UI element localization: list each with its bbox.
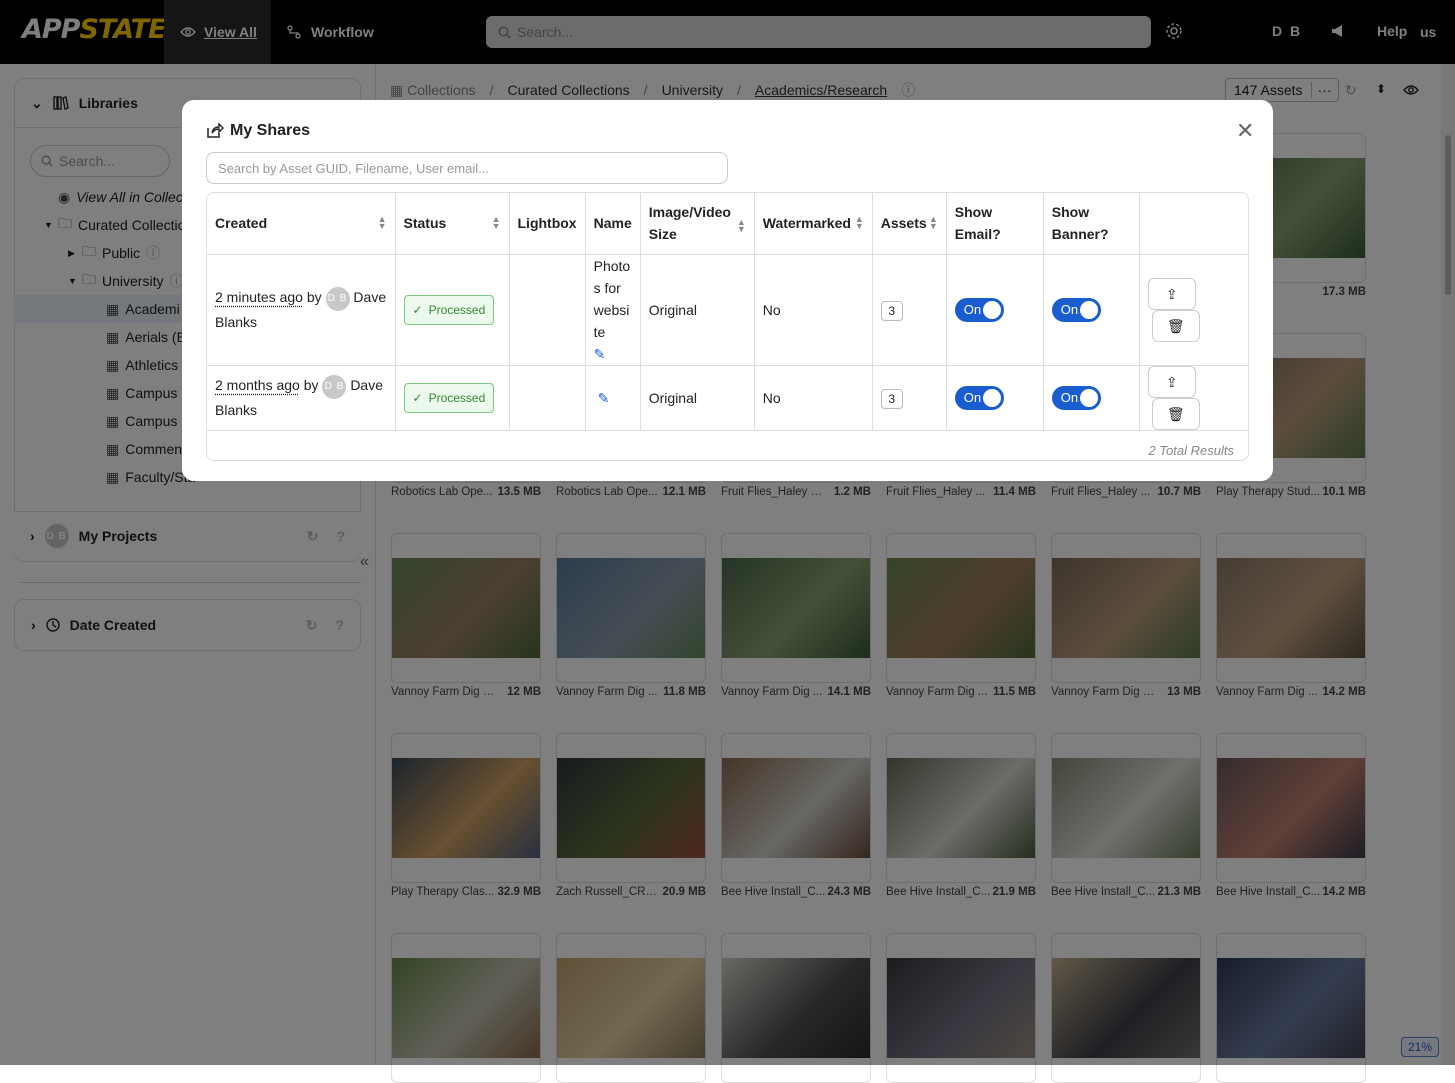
cell-show-email: On: [946, 254, 1043, 365]
trash-icon: 🗑: [1167, 315, 1185, 337]
cell-lightbox: [509, 365, 585, 430]
col-status[interactable]: Status ▲ ▼: [395, 193, 509, 254]
status-label: Processed: [429, 299, 486, 321]
created-by-label: by: [307, 289, 322, 305]
col-status-label: Status: [404, 215, 447, 231]
assets-count-badge[interactable]: 3: [881, 389, 903, 409]
assets-count-badge[interactable]: 3: [881, 301, 903, 321]
cell-status: ✓ Processed: [395, 254, 509, 365]
show-email-toggle[interactable]: On: [955, 298, 1004, 322]
sort-icon[interactable]: ▲ ▼: [737, 219, 746, 233]
cell-assets: 3: [872, 365, 946, 430]
col-lightbox: Lightbox: [509, 193, 585, 254]
sort-icon[interactable]: ▲ ▼: [492, 216, 501, 230]
sort-icon[interactable]: ▲ ▼: [378, 216, 387, 230]
shares-search-input[interactable]: Search by Asset GUID, Filename, User ema…: [206, 152, 728, 184]
toggle-label: On: [1061, 299, 1078, 321]
show-banner-toggle[interactable]: On: [1052, 386, 1101, 410]
sort-icon[interactable]: ▲ ▼: [929, 216, 938, 230]
my-shares-modal: My Shares ✕ Search by Asset GUID, Filena…: [182, 100, 1273, 481]
cell-show-banner: On: [1043, 254, 1139, 365]
col-show-banner: Show Banner?: [1043, 193, 1139, 254]
col-watermarked[interactable]: Watermarked ▲ ▼: [754, 193, 872, 254]
edit-icon[interactable]: ✎: [594, 390, 610, 406]
col-assets[interactable]: Assets ▲ ▼: [872, 193, 946, 254]
cell-created: 2 months ago by D B Dave Blanks: [207, 365, 395, 430]
toggle-knob: [983, 389, 1001, 407]
share-name: Photos for website: [594, 255, 632, 343]
share-icon: [206, 123, 224, 139]
table-row: 2 minutes ago by D B Dave Blanks ✓ Process…: [207, 254, 1249, 365]
status-label: Processed: [429, 387, 486, 409]
delete-button[interactable]: 🗑: [1152, 310, 1200, 342]
col-show-email-label: Show Email?: [955, 204, 1001, 242]
trash-icon: 🗑: [1167, 403, 1185, 425]
cell-watermarked: No: [754, 365, 872, 430]
cell-actions: ⇪ 🗑: [1139, 254, 1249, 365]
delete-button[interactable]: 🗑: [1152, 398, 1200, 430]
show-banner-toggle[interactable]: On: [1052, 298, 1101, 322]
close-icon[interactable]: ✕: [1236, 118, 1254, 144]
edit-icon[interactable]: ✎: [594, 346, 606, 362]
toggle-label: On: [964, 299, 981, 321]
table-row: 2 months ago by D B Dave Blanks ✓ Processe…: [207, 365, 1249, 430]
col-lightbox-label: Lightbox: [518, 215, 577, 231]
toggle-label: On: [1061, 387, 1078, 409]
check-circle-icon: ✓: [413, 299, 423, 321]
cell-lightbox: [509, 254, 585, 365]
share-icon: ⇪: [1166, 371, 1178, 393]
cell-name: ✎: [585, 365, 640, 430]
col-size[interactable]: Image/Video Size ▲ ▼: [640, 193, 754, 254]
col-show-email: Show Email?: [946, 193, 1043, 254]
sort-icon[interactable]: ▲ ▼: [855, 216, 864, 230]
created-by-label: by: [304, 377, 319, 393]
status-badge: ✓ Processed: [404, 383, 495, 413]
cell-size: Original: [640, 365, 754, 430]
cell-actions: ⇪ 🗑: [1139, 365, 1249, 430]
toggle-label: On: [964, 387, 981, 409]
col-size-label: Image/Video Size: [649, 201, 733, 245]
created-time: 2 minutes ago: [215, 289, 303, 305]
col-name: Name: [585, 193, 640, 254]
share-link-button[interactable]: ⇪: [1148, 278, 1196, 310]
modal-title: My Shares: [206, 122, 310, 140]
col-watermarked-label: Watermarked: [763, 215, 851, 231]
toggle-knob: [983, 301, 1001, 319]
avatar: D B: [322, 375, 346, 399]
col-created-label: Created: [215, 215, 267, 231]
share-icon: ⇪: [1166, 283, 1178, 305]
cell-status: ✓ Processed: [395, 365, 509, 430]
toggle-knob: [1080, 301, 1098, 319]
share-link-button[interactable]: ⇪: [1148, 366, 1196, 398]
total-results: 2 Total Results: [207, 431, 1248, 462]
cell-watermarked: No: [754, 254, 872, 365]
cell-created: 2 minutes ago by D B Dave Blanks: [207, 254, 395, 365]
shares-table: Created ▲ ▼ Status ▲ ▼ Lightbox Name Image/V…: [206, 192, 1249, 461]
show-email-toggle[interactable]: On: [955, 386, 1004, 410]
cell-assets: 3: [872, 254, 946, 365]
table-header-row: Created ▲ ▼ Status ▲ ▼ Lightbox Name Image/V…: [207, 193, 1249, 254]
col-show-banner-label: Show Banner?: [1052, 201, 1112, 245]
shares-search-placeholder: Search by Asset GUID, Filename, User ema…: [218, 161, 489, 176]
status-badge: ✓ Processed: [404, 295, 495, 325]
cell-name: Photos for website ✎: [585, 254, 640, 365]
toggle-knob: [1080, 389, 1098, 407]
col-name-label: Name: [594, 215, 632, 231]
cell-show-email: On: [946, 365, 1043, 430]
avatar: D B: [326, 287, 350, 311]
cell-show-banner: On: [1043, 365, 1139, 430]
col-assets-label: Assets: [881, 215, 927, 231]
created-time: 2 months ago: [215, 377, 300, 393]
cell-size: Original: [640, 254, 754, 365]
check-circle-icon: ✓: [413, 387, 423, 409]
col-actions: [1139, 193, 1249, 254]
modal-title-label: My Shares: [230, 122, 310, 140]
col-created[interactable]: Created ▲ ▼: [207, 193, 395, 254]
